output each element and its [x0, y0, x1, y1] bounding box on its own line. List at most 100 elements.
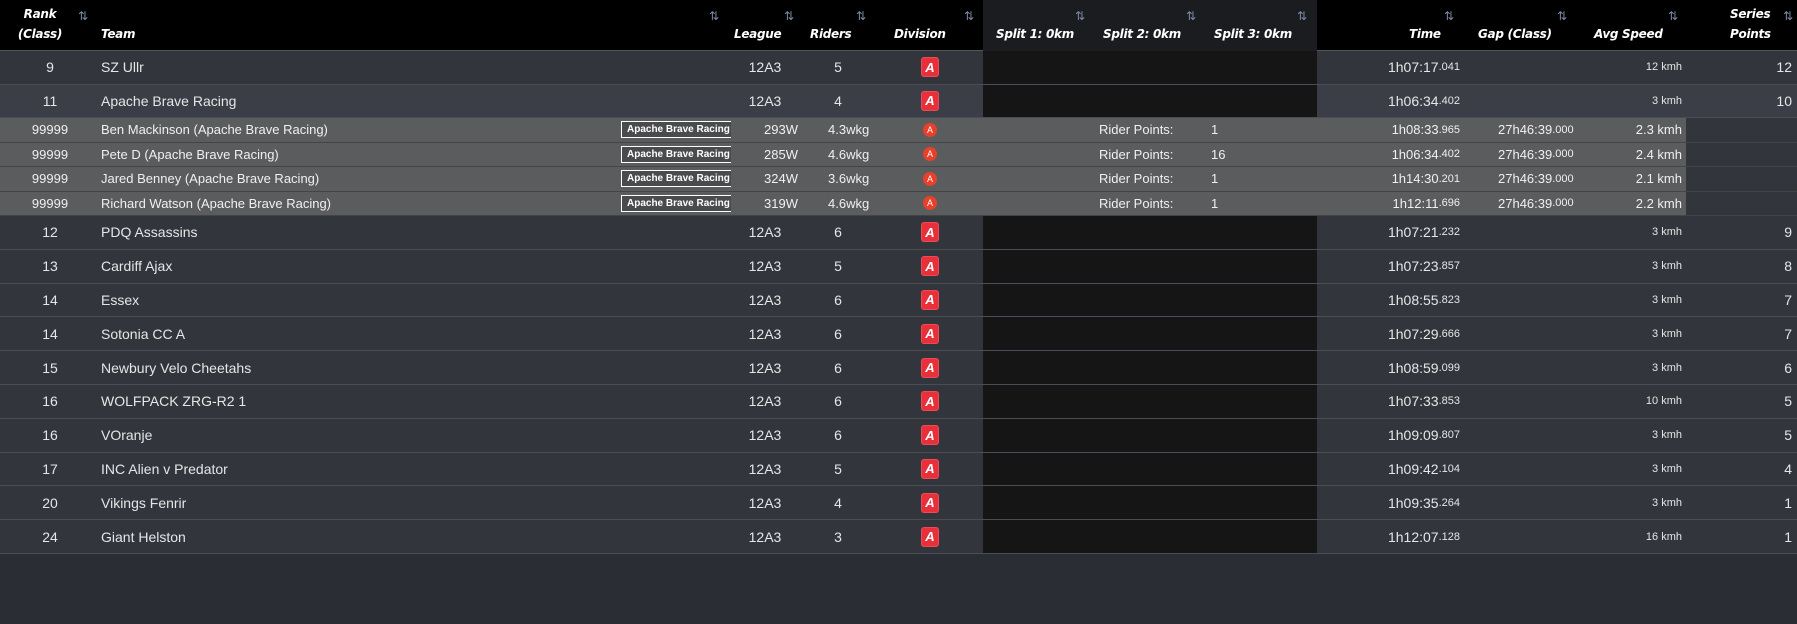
rider-row[interactable]: 99999 Ben Mackinson (Apache Brave Racing… [0, 118, 1797, 143]
rider-wkg: 4.6wkg [828, 146, 870, 162]
rider-rank: 99999 [31, 171, 69, 187]
sort-icon[interactable]: ⇅ [856, 6, 866, 26]
rider-watts: 293W [764, 122, 798, 138]
sort-icon[interactable]: ⇅ [709, 6, 719, 26]
rider-time: 1h12:11.696 [1350, 192, 1460, 216]
rider-row[interactable]: 99999 Richard Watson (Apache Brave Racin… [0, 191, 1797, 216]
team-name[interactable]: INC Alien v Predator [101, 453, 621, 486]
col-avg-speed[interactable]: Avg Speed ⇅ [1594, 0, 1694, 51]
time-main: 1h07:23 [1387, 258, 1439, 275]
col-riders[interactable]: Riders ⇅ [800, 0, 870, 51]
team-row[interactable]: 24 Giant Helston 12A3 3 A 1h12:07.128 16… [0, 520, 1797, 554]
col-division[interactable]: Division ⇅ [880, 0, 980, 51]
division-badge-cell: A [900, 453, 960, 486]
time-main: 1h07:33 [1387, 393, 1439, 410]
avg-speed: 3 kmh [1652, 462, 1682, 475]
rider-points: 1 [1211, 171, 1219, 187]
rider-name[interactable]: Jared Benney (Apache Brave Racing) [101, 167, 601, 191]
sort-icon[interactable]: ⇅ [964, 6, 974, 26]
rank: 20 [42, 494, 58, 511]
rank: 16 [42, 427, 58, 444]
col-riders-label: Riders [810, 27, 852, 41]
col-team[interactable]: Team ⇅ [101, 0, 721, 51]
rider-row-empty [1686, 191, 1797, 215]
series-points: 6 [1784, 359, 1792, 376]
league: 12A3 [748, 325, 782, 342]
rider-name[interactable]: Richard Watson (Apache Brave Racing) [101, 192, 601, 216]
team-tag[interactable]: Apache Brave Racing [621, 194, 731, 212]
team-tag[interactable]: Apache Brave Racing [621, 121, 731, 139]
team-name[interactable]: Vikings Fenrir [101, 486, 621, 519]
rider-row-empty [1686, 118, 1797, 142]
team-name[interactable]: Essex [101, 284, 621, 317]
rider-wkg: 3.6wkg [828, 171, 870, 187]
team-name[interactable]: Apache Brave Racing [101, 85, 621, 118]
sort-icon[interactable]: ⇅ [784, 6, 794, 26]
sort-icon[interactable]: ⇅ [1783, 6, 1793, 26]
team-tag[interactable]: Apache Brave Racing [621, 145, 731, 163]
rider-points-label: Rider Points: [1099, 171, 1174, 187]
time-ms: .232 [1438, 226, 1460, 239]
rider-division-cell: A [900, 192, 960, 216]
col-split2-label: Split 2: 0km [1103, 27, 1181, 41]
col-time[interactable]: Time ⇅ [1380, 0, 1456, 51]
gap-main: 27h46:39 [1498, 195, 1553, 211]
division-badge-cell: A [900, 520, 960, 553]
col-gap[interactable]: Gap (Class) ⇅ [1478, 0, 1578, 51]
team-row[interactable]: 16 VOranje 12A3 6 A 1h09:09.807 3 kmh 5 [0, 418, 1797, 453]
team-row[interactable]: 16 WOLFPACK ZRG-R2 1 12A3 6 A 1h07:33.85… [0, 384, 1797, 419]
league: 12A3 [748, 92, 782, 109]
time: 1h09:35.264 [1350, 486, 1460, 519]
team-row[interactable]: 20 Vikings Fenrir 12A3 4 A 1h09:35.264 3… [0, 486, 1797, 521]
col-split2[interactable]: Split 2: 0km ⇅ [1103, 0, 1213, 51]
rider-row[interactable]: 99999 Jared Benney (Apache Brave Racing)… [0, 167, 1797, 192]
team-row[interactable]: 9 SZ Ullr 12A3 5 A 1h07:17.041 12 kmh 12 [0, 51, 1797, 85]
team-row[interactable]: 17 INC Alien v Predator 12A3 5 A 1h09:42… [0, 452, 1797, 487]
sort-icon[interactable]: ⇅ [1297, 6, 1307, 26]
division-badge: A [921, 492, 939, 513]
sort-icon[interactable]: ⇅ [78, 6, 88, 26]
team-name[interactable]: WOLFPACK ZRG-R2 1 [101, 385, 621, 418]
team-name[interactable]: SZ Ullr [101, 51, 621, 84]
team-row[interactable]: 11 Apache Brave Racing 12A3 4 A 1h06:34.… [0, 84, 1797, 118]
team-row[interactable]: 14 Essex 12A3 6 A 1h08:55.823 3 kmh 7 [0, 283, 1797, 318]
team-row[interactable]: 14 Sotonia CC A 12A3 6 A 1h07:29.666 3 k… [0, 317, 1797, 352]
col-avg-speed-label: Avg Speed [1594, 27, 1663, 41]
division-badge-cell: A [900, 385, 960, 418]
rider-name[interactable]: Ben Mackinson (Apache Brave Racing) [101, 118, 601, 142]
time-ms: .965 [1438, 123, 1460, 136]
team-row[interactable]: 15 Newbury Velo Cheetahs 12A3 6 A 1h08:5… [0, 351, 1797, 385]
team-name[interactable]: PDQ Assassins [101, 216, 621, 249]
col-split1[interactable]: Split 1: 0km ⇅ [996, 0, 1096, 51]
team-name[interactable]: Newbury Velo Cheetahs [101, 351, 621, 384]
sort-icon[interactable]: ⇅ [1668, 6, 1678, 26]
team-name[interactable]: Cardiff Ajax [101, 250, 621, 283]
sort-icon[interactable]: ⇅ [1444, 6, 1454, 26]
rider-name[interactable]: Pete D (Apache Brave Racing) [101, 143, 601, 167]
rank: 11 [42, 92, 58, 109]
team-name[interactable]: Sotonia CC A [101, 317, 621, 350]
team-name[interactable]: VOranje [101, 419, 621, 452]
rider-division-cell: A [900, 167, 960, 191]
sort-icon[interactable]: ⇅ [1557, 6, 1567, 26]
riders-count: 5 [834, 59, 842, 76]
time-ms: .696 [1438, 197, 1460, 210]
sort-icon[interactable]: ⇅ [1186, 6, 1196, 26]
col-split3[interactable]: Split 3: 0km ⇅ [1214, 0, 1318, 51]
team-tag[interactable]: Apache Brave Racing [621, 170, 731, 188]
col-rank[interactable]: Rank (Class) ⇅ [0, 0, 88, 51]
rider-row[interactable]: 99999 Pete D (Apache Brave Racing) Apach… [0, 142, 1797, 167]
rank: 9 [46, 59, 54, 76]
team-name[interactable]: Giant Helston [101, 520, 621, 553]
gap-ms: .000 [1552, 197, 1574, 210]
time-ms: .857 [1438, 260, 1460, 273]
sort-icon[interactable]: ⇅ [1075, 6, 1085, 26]
division-badge: A [921, 425, 939, 446]
division-badge-cell: A [900, 419, 960, 452]
time-main: 1h14:30 [1391, 171, 1439, 187]
division-badge-cell: A [900, 85, 960, 118]
col-series-points[interactable]: Series Points ⇅ [1720, 0, 1797, 51]
team-row[interactable]: 12 PDQ Assassins 12A3 6 A 1h07:21.232 3 … [0, 216, 1797, 250]
team-row[interactable]: 13 Cardiff Ajax 12A3 5 A 1h07:23.857 3 k… [0, 249, 1797, 284]
col-league[interactable]: League ⇅ [730, 0, 796, 51]
